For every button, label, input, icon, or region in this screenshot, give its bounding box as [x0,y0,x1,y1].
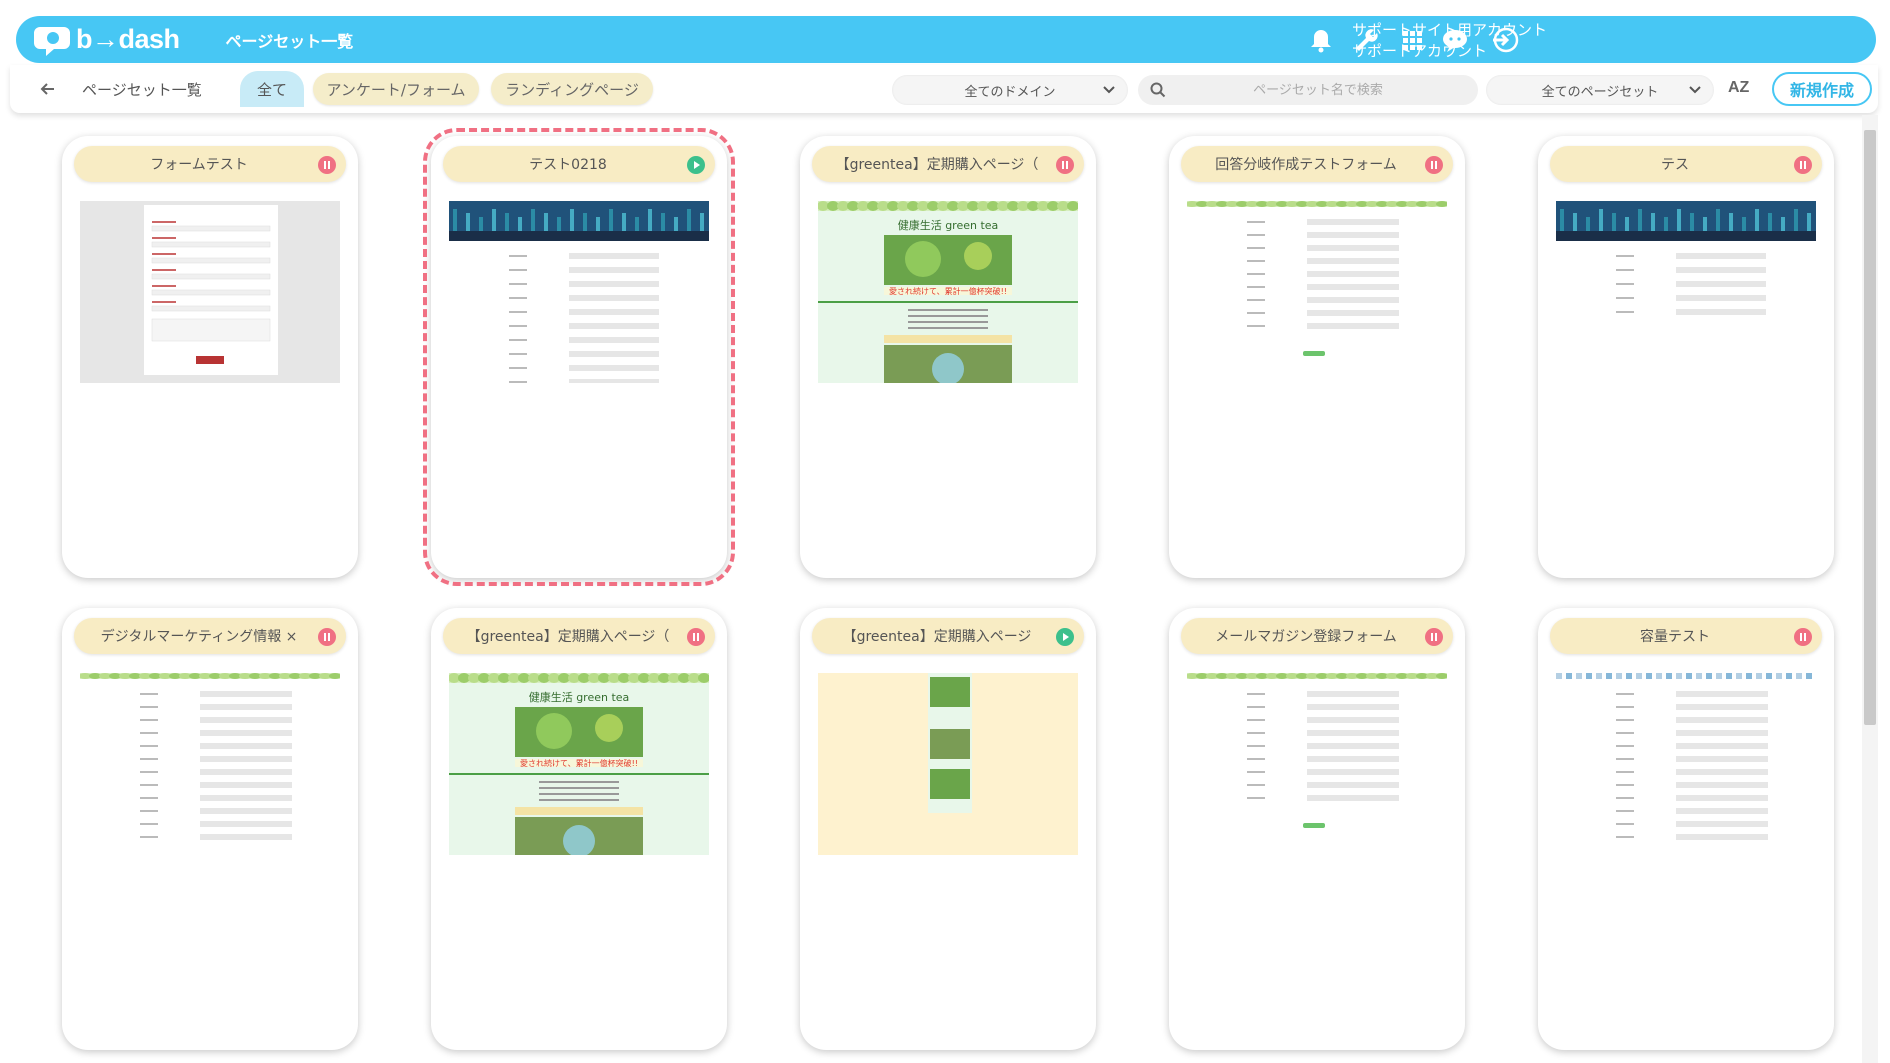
tab-all[interactable]: 全て [240,71,304,107]
pause-status-icon[interactable] [1056,156,1074,174]
grid-icon[interactable] [1397,26,1427,54]
page-preview-thumbnail[interactable] [80,201,340,383]
pause-status-icon[interactable] [318,156,336,174]
brand-logo[interactable]: b→dash [34,23,180,57]
pageset-card-title: デジタルマーケティング情報 × [74,618,346,654]
page-preview-thumbnail[interactable] [1556,201,1816,383]
page-preview-thumbnail[interactable] [1187,673,1447,855]
pageset-card-title: 回答分岐作成テストフォーム [1181,146,1453,182]
page-title: ページセット一覧 [225,31,354,51]
domain-select[interactable]: 全てのドメイン [892,75,1128,105]
pageset-card-title: メールマガジン登録フォーム [1181,618,1453,654]
pageset-card[interactable]: 【greentea】定期購入ページ [800,608,1096,1050]
chevron-down-icon [1103,86,1115,94]
page-preview-thumbnail[interactable]: 健康生活 green tea 愛され続けて、累計一億杯突破!! [818,201,1078,383]
new-create-button[interactable]: 新規作成 [1772,72,1872,106]
search-box [1138,75,1478,105]
pageset-card-title: フォームテスト [74,146,346,182]
pageset-card-title: 【greentea】定期購入ページ（ [812,146,1084,182]
wrench-icon[interactable] [1350,26,1380,54]
pause-status-icon[interactable] [1425,628,1443,646]
breadcrumb[interactable]: ページセット一覧 [82,79,202,100]
pause-status-icon[interactable] [687,628,705,646]
svg-text:愛され続けて、累計一億杯突破!!: 愛され続けて、累計一億杯突破!! [520,758,638,768]
pageset-card[interactable]: メールマガジン登録フォーム [1169,608,1465,1050]
pause-status-icon[interactable] [318,628,336,646]
play-status-icon[interactable] [687,156,705,174]
tab-landing-page[interactable]: ランディングページ [491,73,653,105]
pause-status-icon[interactable] [1794,628,1812,646]
page-preview-thumbnail[interactable]: 健康生活 green tea 愛され続けて、累計一億杯突破!! [449,673,709,855]
pageset-card-title: 【greentea】定期購入ページ [812,618,1084,654]
app-window: b→dash ページセット一覧 サポートサイト用アカウント サポートアカウント [0,0,1890,1063]
page-preview-thumbnail[interactable] [1187,201,1447,383]
logo-icon [34,26,70,56]
svg-text:健康生活 green tea: 健康生活 green tea [898,218,999,232]
bell-icon[interactable] [1306,26,1336,54]
back-arrow-icon[interactable] [38,79,58,99]
search-icon [1150,82,1166,98]
pageset-card-title: テスト0218 [443,146,715,182]
chat-icon[interactable] [1440,26,1470,54]
search-input[interactable] [1138,75,1478,105]
pageset-card-title: 容量テスト [1550,618,1822,654]
logout-icon[interactable] [1490,26,1520,54]
sort-az-icon[interactable]: AZ [1728,79,1749,97]
pageset-card[interactable]: 容量テスト [1538,608,1834,1050]
pageset-card-title: 【greentea】定期購入ページ（ [443,618,715,654]
page-preview-thumbnail[interactable] [449,201,709,383]
chevron-down-icon [1689,86,1701,94]
pageset-card[interactable]: フォームテスト [62,136,358,578]
page-preview-thumbnail[interactable] [818,673,1078,855]
svg-text:愛され続けて、累計一億杯突破!!: 愛され続けて、累計一億杯突破!! [889,286,1007,296]
scrollbar-thumb[interactable] [1864,130,1876,725]
pageset-card[interactable]: テスト0218 [423,128,735,586]
pageset-select[interactable]: 全てのページセット [1486,75,1714,105]
pageset-card[interactable]: テス [1538,136,1834,578]
pageset-card-title: テス [1550,146,1822,182]
pageset-card[interactable]: デジタルマーケティング情報 × [62,608,358,1050]
sub-navigation: ページセット一覧 全て アンケート/フォーム ランディングページ 全てのドメイン… [10,65,1878,113]
pageset-card[interactable]: 【greentea】定期購入ページ（ 健康生活 green tea 愛され続けて、累… [431,608,727,1050]
pause-status-icon[interactable] [1794,156,1812,174]
pageset-card[interactable]: 【greentea】定期購入ページ（ 健康生活 green tea 愛され続けて、累… [800,136,1096,578]
page-preview-thumbnail[interactable] [80,673,340,855]
pause-status-icon[interactable] [1425,156,1443,174]
pageset-card[interactable]: 回答分岐作成テストフォーム [1169,136,1465,578]
pageset-select-value: 全てのページセット [1541,84,1659,100]
play-status-icon[interactable] [1056,628,1074,646]
page-preview-thumbnail[interactable] [1556,673,1816,855]
svg-text:健康生活 green tea: 健康生活 green tea [529,690,630,704]
logo-text: b→dash [76,24,180,54]
top-header: b→dash ページセット一覧 サポートサイト用アカウント サポートアカウント [16,16,1876,63]
domain-select-value: 全てのドメイン [964,84,1056,100]
tab-survey-form[interactable]: アンケート/フォーム [313,73,479,105]
